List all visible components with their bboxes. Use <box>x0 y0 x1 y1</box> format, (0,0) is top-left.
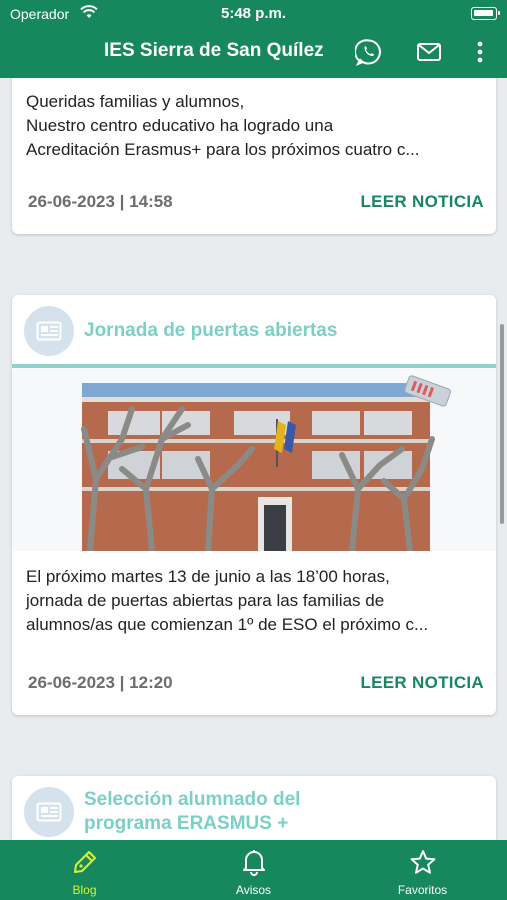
bottom-tab-bar: Blog Avisos Favoritos <box>0 840 507 900</box>
news-title[interactable]: Jornada de puertas abiertas <box>84 319 337 343</box>
bell-icon <box>169 848 338 878</box>
star-icon <box>338 848 507 878</box>
card-header: Jornada de puertas abiertas <box>12 295 496 368</box>
tab-label: Avisos <box>235 883 272 897</box>
tab-favoritos[interactable]: Favoritos <box>338 840 507 900</box>
news-excerpt: El próximo martes 13 de junio a las 18’0… <box>26 567 429 634</box>
card-footer: 26-06-2023 | 12:20 LEER NOTICIA <box>12 653 496 715</box>
news-card[interactable]: Selección alumnado del programa ERASMUS … <box>12 776 496 840</box>
newspaper-icon <box>24 787 74 837</box>
status-bar: Operador 5:48 p.m. <box>0 5 507 25</box>
title-divider <box>12 364 496 368</box>
card-header: Selección alumnado del programa ERASMUS … <box>12 776 496 840</box>
news-date: 26-06-2023 | 12:20 <box>28 673 173 692</box>
tab-avisos[interactable]: Avisos <box>169 840 338 900</box>
whatsapp-icon[interactable] <box>354 37 384 67</box>
card-footer: 26-06-2023 | 14:58 LEER NOTICIA <box>12 172 496 234</box>
news-date: 26-06-2023 | 14:58 <box>28 192 173 211</box>
scrollbar[interactable] <box>500 324 504 524</box>
news-feed[interactable]: Queridas familias y alumnos, Nuestro cen… <box>0 78 507 840</box>
news-excerpt: Queridas familias y alumnos, Nuestro cen… <box>26 92 420 159</box>
news-card[interactable]: Queridas familias y alumnos, Nuestro cen… <box>12 78 496 234</box>
read-news-button[interactable]: LEER NOTICIA <box>360 192 484 212</box>
news-card[interactable]: Jornada de puertas abiertas El próximo m… <box>12 295 496 715</box>
news-title[interactable]: Selección alumnado del programa ERASMUS … <box>84 788 300 836</box>
tab-blog[interactable]: Blog <box>0 840 169 900</box>
tab-label: Blog <box>72 883 97 897</box>
more-vertical-icon[interactable] <box>465 37 495 67</box>
pen-icon <box>0 848 169 878</box>
app-bar: Operador 5:48 p.m. IES Sierra de San Quí… <box>0 0 507 78</box>
newspaper-icon <box>24 306 74 356</box>
status-time: 5:48 p.m. <box>220 5 287 22</box>
page-title: IES Sierra de San Quílez <box>104 40 324 61</box>
news-image[interactable] <box>12 369 496 554</box>
battery-icon <box>471 7 500 20</box>
mail-icon[interactable] <box>414 37 444 67</box>
tab-label: Favoritos <box>397 883 448 897</box>
read-news-button[interactable]: LEER NOTICIA <box>360 673 484 693</box>
